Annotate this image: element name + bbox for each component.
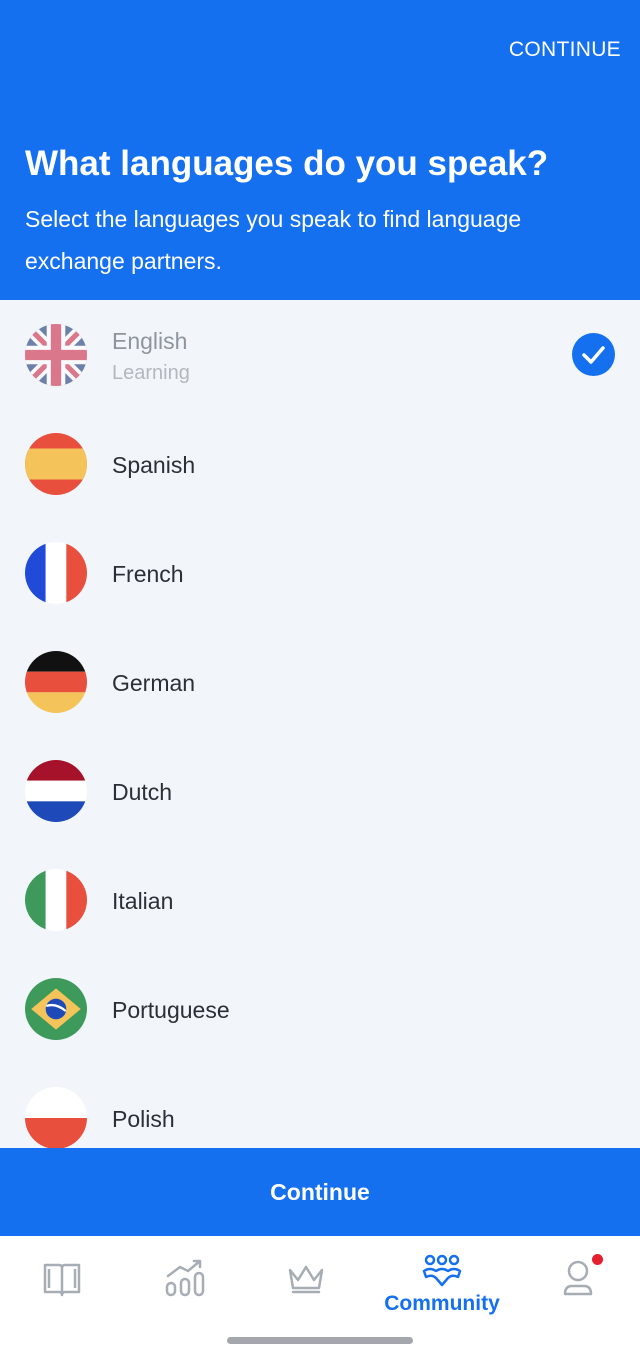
language-row-dutch[interactable]: Dutch <box>0 736 640 845</box>
language-name: French <box>112 561 184 587</box>
tab-community[interactable]: Community <box>378 1236 506 1336</box>
tab-community-label: Community <box>384 1292 500 1315</box>
continue-button[interactable]: Continue <box>0 1148 640 1236</box>
language-name: Dutch <box>112 779 173 805</box>
continue-button-label: Continue <box>270 1179 370 1205</box>
language-name: Polish <box>112 1106 175 1132</box>
profile-icon <box>563 1260 593 1296</box>
page-subtitle: Select the languages you speak to find l… <box>25 206 522 274</box>
poland-flag-icon <box>25 1087 87 1148</box>
page-title: What languages do you speak? <box>25 144 549 183</box>
community-icon <box>422 1254 462 1287</box>
language-row-english[interactable]: English Learning <box>0 300 640 409</box>
notification-badge <box>592 1254 603 1265</box>
language-row-portuguese[interactable]: Portuguese <box>0 954 640 1063</box>
italy-flag-icon <box>25 869 87 931</box>
tab-lessons[interactable] <box>0 1236 128 1336</box>
uk-flag-icon <box>25 324 87 386</box>
spain-flag-icon <box>25 433 87 495</box>
tab-premium[interactable] <box>256 1236 384 1336</box>
brazil-flag-icon <box>25 978 87 1040</box>
progress-chart-icon <box>165 1259 205 1297</box>
selected-check-icon[interactable] <box>572 333 615 376</box>
language-name: Portuguese <box>112 997 230 1023</box>
language-row-italian[interactable]: Italian <box>0 845 640 954</box>
tab-profile[interactable] <box>512 1236 640 1336</box>
crown-icon <box>288 1265 324 1294</box>
france-flag-icon <box>25 542 87 604</box>
language-name: English <box>112 328 188 354</box>
language-list: English Learning Spanish French German D… <box>0 300 640 1148</box>
germany-flag-icon <box>25 651 87 713</box>
language-name: Italian <box>112 888 174 914</box>
language-name: German <box>112 670 196 696</box>
language-row-polish[interactable]: Polish <box>0 1063 640 1148</box>
home-indicator <box>227 1337 413 1344</box>
language-row-french[interactable]: French <box>0 518 640 627</box>
header: CONTINUE What languages do you speak? Se… <box>0 0 640 300</box>
netherlands-flag-icon <box>25 760 87 822</box>
top-continue-button[interactable]: CONTINUE <box>509 38 621 62</box>
book-icon <box>43 1263 81 1297</box>
language-row-german[interactable]: German <box>0 627 640 736</box>
tab-progress[interactable] <box>128 1236 256 1336</box>
language-name: Spanish <box>112 452 196 478</box>
language-status: Learning <box>112 362 190 384</box>
language-row-spanish[interactable]: Spanish <box>0 409 640 518</box>
